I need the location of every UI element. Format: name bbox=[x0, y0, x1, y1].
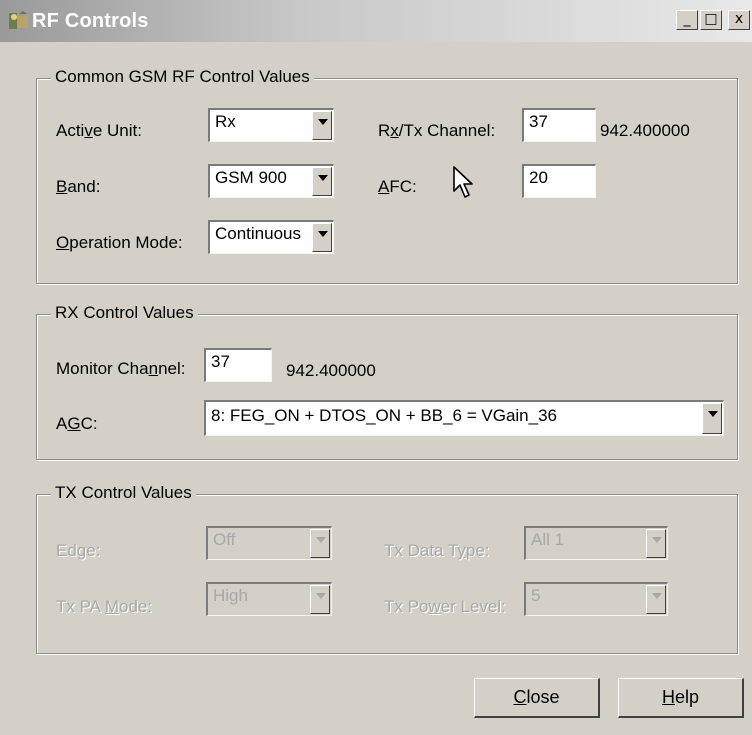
chevron-down-icon bbox=[652, 537, 662, 543]
mouse-pointer-icon bbox=[453, 166, 477, 205]
rf-controls-window: RF Controls _ □ x Common GSM RF Control … bbox=[0, 0, 752, 735]
agc-select[interactable]: 8: FEG_ON + DTOS_ON + BB_6 = VGain_36 bbox=[204, 400, 724, 436]
tx-data-type-label: Tx Data Type: bbox=[384, 541, 490, 560]
tx-pa-mode-label: Tx PA Mode: bbox=[56, 597, 153, 616]
minimize-button[interactable]: _ bbox=[676, 10, 698, 30]
edge-label: Edge: bbox=[56, 541, 101, 560]
tx-pa-mode-dropdown-button bbox=[310, 585, 330, 614]
agc-value: 8: FEG_ON + DTOS_ON + BB_6 = VGain_36 bbox=[211, 406, 557, 425]
tx-group: TX Control Values bbox=[36, 483, 738, 654]
operation-mode-value: Continuous bbox=[215, 224, 302, 243]
edge-value: Off bbox=[213, 530, 236, 549]
tx-pa-mode-value: High bbox=[213, 586, 248, 605]
monitor-channel-input[interactable]: 37 bbox=[204, 348, 272, 382]
tx-power-level-label: Tx Power Level: bbox=[384, 597, 506, 616]
chevron-down-icon bbox=[316, 537, 326, 543]
band-value: GSM 900 bbox=[215, 168, 287, 187]
rx-tx-channel-label: Rx/Tx Channel: bbox=[378, 121, 496, 140]
rx-group-legend: RX Control Values bbox=[51, 303, 198, 323]
agc-dropdown-button[interactable] bbox=[702, 403, 722, 434]
chevron-down-icon bbox=[318, 175, 328, 181]
monitor-channel-label: Monitor Channel: bbox=[56, 359, 186, 378]
monitor-channel-frequency: 942.400000 bbox=[286, 361, 376, 380]
afc-input[interactable]: 20 bbox=[522, 164, 596, 198]
chevron-down-icon bbox=[316, 593, 326, 599]
edge-dropdown-button bbox=[310, 529, 330, 558]
close-window-button[interactable]: x bbox=[728, 10, 750, 30]
active-unit-select[interactable]: Rx bbox=[208, 108, 334, 142]
band-label: Band: bbox=[56, 177, 101, 196]
operation-mode-dropdown-button[interactable] bbox=[312, 223, 332, 252]
common-group-legend: Common GSM RF Control Values bbox=[51, 67, 314, 87]
title-bar[interactable]: RF Controls _ □ x bbox=[0, 0, 752, 42]
tx-data-type-select: All 1 bbox=[524, 526, 668, 560]
help-button[interactable]: Help bbox=[618, 678, 744, 718]
band-dropdown-button[interactable] bbox=[312, 167, 332, 196]
edge-select: Off bbox=[206, 526, 332, 560]
tx-data-type-value: All 1 bbox=[531, 530, 565, 549]
close-button[interactable]: Close bbox=[474, 678, 600, 718]
tx-power-level-select: 5 bbox=[524, 582, 668, 616]
chevron-down-icon bbox=[652, 593, 662, 599]
rx-tx-channel-input[interactable]: 37 bbox=[522, 108, 596, 142]
rx-tx-channel-frequency: 942.400000 bbox=[600, 121, 690, 140]
chevron-down-icon bbox=[318, 231, 328, 237]
chevron-down-icon bbox=[318, 119, 328, 125]
active-unit-value: Rx bbox=[215, 112, 236, 131]
band-select[interactable]: GSM 900 bbox=[208, 164, 334, 198]
operation-mode-select[interactable]: Continuous bbox=[208, 220, 334, 254]
tx-power-level-dropdown-button bbox=[646, 585, 666, 614]
window-title: RF Controls bbox=[32, 10, 149, 32]
rx-group: RX Control Values bbox=[36, 303, 738, 460]
tx-pa-mode-select: High bbox=[206, 582, 332, 616]
tx-data-type-dropdown-button bbox=[646, 529, 666, 558]
agc-label: AGC: bbox=[56, 414, 98, 433]
tx-group-legend: TX Control Values bbox=[51, 483, 196, 503]
operation-mode-label: Operation Mode: bbox=[56, 233, 183, 252]
active-unit-label: Active Unit: bbox=[56, 121, 142, 140]
maximize-button[interactable]: □ bbox=[700, 10, 722, 30]
tx-power-level-value: 5 bbox=[531, 586, 541, 605]
chevron-down-icon bbox=[708, 411, 718, 417]
afc-label: AFC: bbox=[378, 177, 417, 196]
rf-app-icon bbox=[8, 10, 30, 32]
active-unit-dropdown-button[interactable] bbox=[312, 111, 332, 140]
